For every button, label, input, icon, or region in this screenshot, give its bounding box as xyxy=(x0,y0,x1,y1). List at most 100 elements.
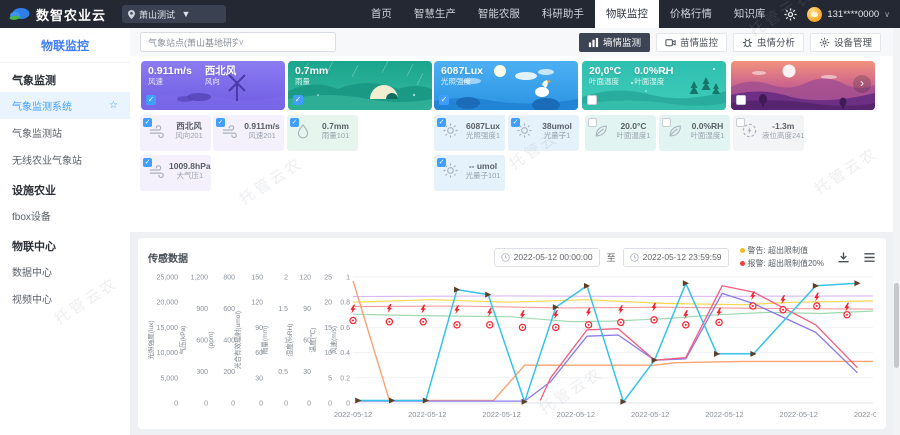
card-readings: 6087Lux光照强度 xyxy=(441,65,483,86)
device-manage-button[interactable]: 设备管理 xyxy=(810,33,881,52)
svg-text:0: 0 xyxy=(328,401,332,408)
list-menu-icon[interactable] xyxy=(863,251,876,264)
clock-icon xyxy=(630,253,639,262)
tile-value: 6087Lux xyxy=(463,121,503,131)
svg-text:风速(m/s): 风速(m/s) xyxy=(330,326,338,354)
sensor-tile[interactable]: 20.0°C叶面温度1 xyxy=(585,115,656,151)
tile-label: 液位高度241 xyxy=(762,131,805,140)
svg-text:0.8: 0.8 xyxy=(340,300,350,307)
toolbar-button[interactable]: 虫情分析 xyxy=(733,33,804,52)
nav-item[interactable]: 智慧生产 xyxy=(403,0,467,28)
leaf-icon xyxy=(667,123,683,139)
download-icon[interactable] xyxy=(837,251,850,264)
svg-text:600: 600 xyxy=(223,306,235,313)
tile-value: 0.0%RH xyxy=(687,121,728,131)
card-checkbox[interactable]: ✓ xyxy=(293,95,303,105)
svg-text:2022-05-12: 2022-05-12 xyxy=(705,410,743,419)
card-value: 20.0°C xyxy=(589,65,621,77)
weather-card-wind[interactable]: 0.911m/s风速西北风风向✓ xyxy=(141,61,285,110)
weather-card-light[interactable]: 6087Lux光照强度 ✓ xyxy=(434,61,578,110)
line-green xyxy=(353,311,873,322)
sensor-tile[interactable]: -1.3m液位高度241 xyxy=(733,115,804,151)
nav-item[interactable]: 物联监控 xyxy=(595,0,659,28)
toolbar-button-label: 虫情分析 xyxy=(757,35,795,49)
warning-bolt-icon xyxy=(683,310,688,319)
nav-item[interactable]: 知识库 xyxy=(723,0,777,28)
sidebar-item-label: 数据中心 xyxy=(12,264,118,279)
toolbar-button[interactable]: 墒情监测 xyxy=(579,33,650,52)
sensor-tile[interactable]: 0.0%RH叶面湿度1 xyxy=(659,115,730,151)
scrollbar-thumb[interactable] xyxy=(894,283,899,368)
carousel-next-button[interactable]: › xyxy=(853,75,871,93)
chevron-down-icon: ▼ xyxy=(182,9,221,19)
sidebar-title: 物联监控 xyxy=(0,28,130,63)
weather-card-rain[interactable]: 0.7mm雨量✓ xyxy=(288,61,432,110)
device-select[interactable]: 气象站点(萧山基地研究所活动) ∨ xyxy=(140,32,336,52)
tile-label: 雨量101 xyxy=(315,131,356,140)
warning-bolt-icon xyxy=(350,305,355,314)
nav-item[interactable]: 价格行情 xyxy=(659,0,723,28)
weather-card-sunset[interactable]: › xyxy=(731,61,875,110)
nav-item[interactable]: 首页 xyxy=(360,0,403,28)
warning-dot xyxy=(740,248,745,253)
nav-item[interactable]: 智能农服 xyxy=(467,0,531,28)
date-from-input[interactable]: 2022-05-12 00:00:00 xyxy=(494,248,600,267)
star-icon[interactable]: ☆ xyxy=(109,100,118,111)
weather-card-leaf[interactable]: 20.0°C叶面温度0.0%RH叶面湿度 xyxy=(582,61,726,110)
tile-value: 0.7mm xyxy=(315,121,356,131)
sidebar-item[interactable]: fbox设备 xyxy=(0,202,130,229)
svg-text:25,000: 25,000 xyxy=(157,275,179,282)
sensor-chart-svg: 05,00010,00015,00020,00025,000光照强度(lux)0… xyxy=(148,271,876,423)
pin-icon xyxy=(128,10,135,19)
user-menu[interactable]: 131****0000 ∨ xyxy=(807,7,890,22)
card-checkbox[interactable] xyxy=(587,95,597,105)
card-checkbox[interactable]: ✓ xyxy=(439,95,449,105)
location-select[interactable]: 萧山测试 ▼ xyxy=(122,5,226,23)
page-scrollbar[interactable] xyxy=(893,28,900,435)
date-to-input[interactable]: 2022-05-12 23:59:59 xyxy=(623,248,729,267)
svg-text:温度(℃): 温度(℃) xyxy=(308,328,317,353)
sensor-tile[interactable]: ✓0.7mm雨量101 xyxy=(287,115,358,151)
sensor-tile[interactable]: ✓38umol光量子1 xyxy=(508,115,579,151)
sensor-data-card: 传感数据 2022-05-12 00:00:00 至 2022-05-12 23 xyxy=(138,238,886,429)
sidebar-section-header: 物联中心 xyxy=(0,229,130,258)
sun-icon xyxy=(442,162,459,179)
svg-text:150: 150 xyxy=(251,275,263,282)
svg-text:0: 0 xyxy=(346,401,350,408)
gauge-icon xyxy=(741,122,758,139)
gear-icon xyxy=(819,37,830,48)
wind-icon xyxy=(148,162,165,179)
nav-item[interactable]: 科研助手 xyxy=(531,0,595,28)
sidebar-item[interactable]: 数据中心 xyxy=(0,258,130,285)
warning-bolt-icon xyxy=(651,303,656,312)
sidebar-item[interactable]: 无线农业气象站 xyxy=(0,146,130,173)
card-checkbox[interactable] xyxy=(736,95,746,105)
sensor-tile[interactable]: ✓1009.8hPa大气压1 xyxy=(140,155,211,191)
sensor-tile[interactable]: ✓6087Lux光照强度1 xyxy=(434,115,505,151)
settings-gear-icon[interactable] xyxy=(784,8,797,21)
top-navbar: 数智农业云 萧山测试 ▼ 首页智慧生产智能农服科研助手物联监控价格行情知识库 1… xyxy=(0,0,900,28)
tile-label: 光量子101 xyxy=(463,171,503,180)
toolbar-button-label: 设备管理 xyxy=(834,35,872,49)
tile-label: 叶面湿度1 xyxy=(687,131,728,140)
sidebar-item-label: 视频中心 xyxy=(12,291,118,306)
chart-body[interactable]: 05,00010,00015,00020,00025,000光照强度(lux)0… xyxy=(148,271,876,428)
sensor-tile[interactable]: ✓-- umol光量子101 xyxy=(434,155,505,191)
toolbar-button[interactable]: 苗情监控 xyxy=(656,33,727,52)
drop-icon xyxy=(295,123,311,139)
card-value: 0.7mm xyxy=(295,65,328,77)
sensor-tile[interactable]: ✓0.911m/s风速201 xyxy=(213,115,284,151)
svg-text:15,000: 15,000 xyxy=(157,325,179,332)
sidebar-item[interactable]: 气象监测站 xyxy=(0,119,130,146)
sidebar-item-label: fbox设备 xyxy=(12,208,118,223)
svg-text:湿度(%RH): 湿度(%RH) xyxy=(285,324,294,357)
tile-label: 叶面温度1 xyxy=(613,131,654,140)
svg-text:30: 30 xyxy=(255,375,263,382)
svg-text:2: 2 xyxy=(284,275,288,282)
tile-label: 风向201 xyxy=(169,131,209,140)
sensor-tile[interactable]: ✓西北风风向201 xyxy=(140,115,211,151)
card-checkbox[interactable]: ✓ xyxy=(146,95,156,105)
sidebar-item[interactable]: 气象监测系统☆ xyxy=(0,92,130,119)
sidebar-item[interactable]: 视频中心 xyxy=(0,285,130,312)
svg-text:0.6: 0.6 xyxy=(340,325,350,332)
